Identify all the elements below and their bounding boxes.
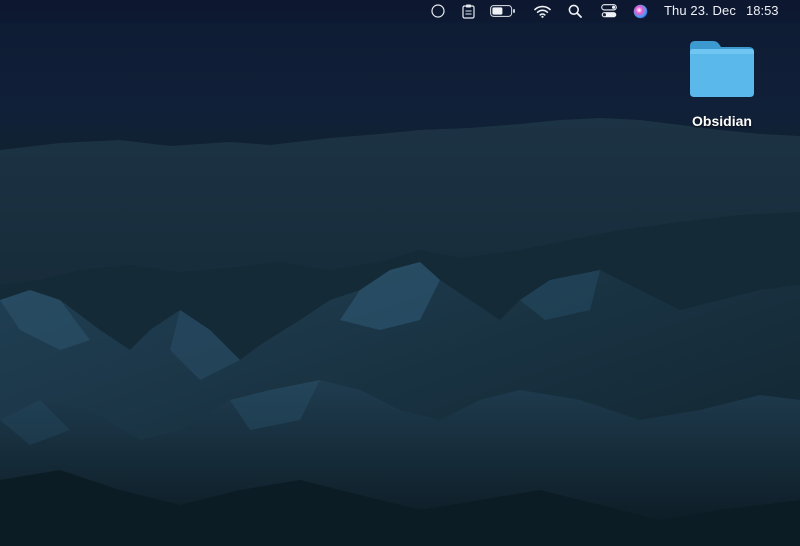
spotlight-search-icon[interactable]	[567, 2, 583, 20]
desktop[interactable]: Thu 23. Dec 18:53 Obsidian	[0, 0, 800, 546]
folder-icon	[690, 41, 754, 97]
menu-bar-date[interactable]: Thu 23. Dec	[664, 3, 736, 18]
menu-bar-time[interactable]: 18:53	[746, 3, 779, 18]
folder-label[interactable]: Obsidian	[676, 113, 768, 129]
notes-icon[interactable]	[460, 2, 476, 20]
screen-record-icon[interactable]	[430, 2, 446, 20]
battery-icon[interactable]	[490, 2, 516, 20]
control-center-icon[interactable]	[600, 2, 618, 20]
menu-bar: Thu 23. Dec 18:53	[0, 0, 800, 22]
siri-icon[interactable]	[632, 2, 648, 20]
obsidian-folder[interactable]: Obsidian	[676, 36, 768, 136]
wifi-icon[interactable]	[533, 2, 551, 20]
